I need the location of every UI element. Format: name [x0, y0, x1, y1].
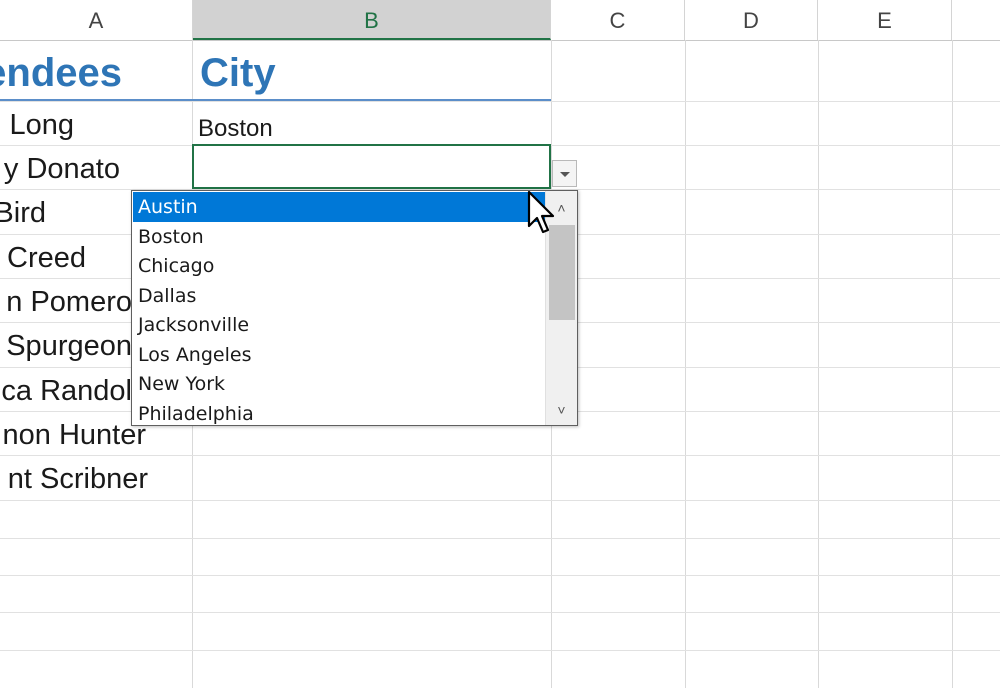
mouse-pointer-icon [527, 190, 555, 234]
gridline [818, 40, 819, 688]
gridline [0, 538, 1000, 539]
header-attendees-text: endees [0, 51, 122, 95]
attendee-cell[interactable]: y Donato [0, 147, 192, 191]
dropdown-option-new-york[interactable]: New York [133, 369, 547, 399]
dropdown-options: Austin Boston Chicago Dallas Jacksonvill… [133, 192, 547, 424]
scroll-thumb[interactable] [549, 225, 575, 320]
dropdown-button[interactable] [552, 160, 577, 187]
gridline [0, 612, 1000, 613]
column-header-d[interactable]: D [685, 0, 818, 40]
attendee-cell[interactable]: Long [0, 103, 192, 147]
header-border [0, 99, 551, 101]
gridline [685, 40, 686, 688]
column-header-a[interactable]: A [0, 0, 193, 40]
dropdown-option-boston[interactable]: Boston [133, 222, 547, 252]
column-header-c[interactable]: C [551, 0, 685, 40]
header-cell-attendees[interactable]: endees [0, 40, 192, 100]
column-header-e[interactable]: E [818, 0, 952, 40]
spreadsheet-grid: A B C D E endees City Long y Donato Bird… [0, 0, 1000, 688]
header-cell-city[interactable]: City [200, 40, 540, 100]
dropdown-option-philadelphia[interactable]: Philadelphia [133, 399, 547, 425]
dropdown-option-austin[interactable]: Austin [133, 192, 547, 222]
dropdown-option-jacksonville[interactable]: Jacksonville [133, 310, 547, 340]
column-header-row: A B C D E [0, 0, 1000, 41]
scroll-down-arrow-icon[interactable]: ˅ [546, 395, 577, 425]
dropdown-option-dallas[interactable]: Dallas [133, 281, 547, 311]
column-header-f[interactable] [952, 0, 1000, 40]
city-dropdown-list[interactable]: Austin Boston Chicago Dallas Jacksonvill… [131, 190, 578, 426]
gridline [0, 575, 1000, 576]
gridline [952, 40, 953, 688]
city-cell[interactable]: Boston [198, 103, 548, 147]
dropdown-option-chicago[interactable]: Chicago [133, 251, 547, 281]
attendee-cell[interactable]: nt Scribner [0, 457, 192, 501]
dropdown-option-los-angeles[interactable]: Los Angeles [133, 340, 547, 370]
chevron-down-icon [560, 172, 570, 177]
gridline [0, 101, 1000, 102]
active-city-cell[interactable] [192, 144, 551, 189]
gridline [0, 650, 1000, 651]
column-header-b[interactable]: B [193, 0, 551, 40]
